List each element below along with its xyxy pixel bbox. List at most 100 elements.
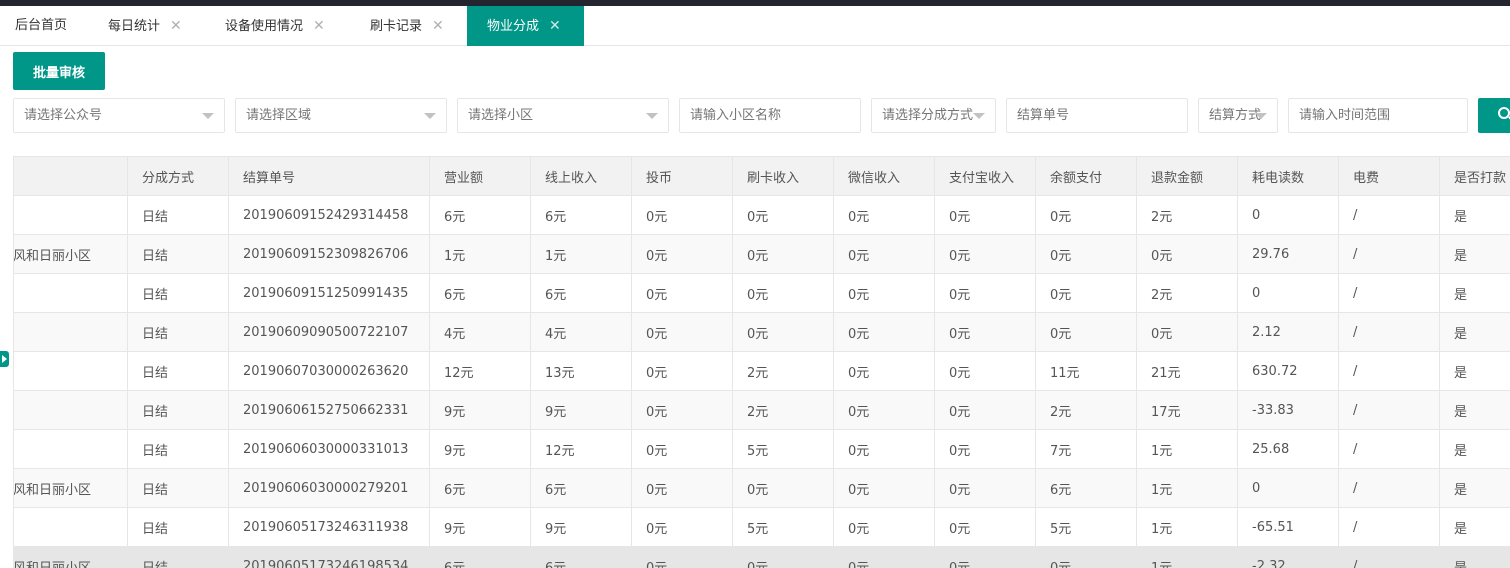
batch-review-button[interactable]: 批量审核 (13, 52, 105, 90)
table-row[interactable]: 春风和日丽小区日结201906060300002792016元6元0元0元0元0… (13, 468, 1510, 508)
table-cell: 0元 (934, 546, 1036, 568)
search-button[interactable] (1478, 98, 1510, 133)
table-cell: 0元 (934, 429, 1036, 469)
table-cell: 0元 (1136, 234, 1238, 274)
table-cell: 0元 (934, 312, 1036, 352)
table-cell (13, 195, 128, 235)
table-cell: 日结 (127, 234, 229, 274)
table-cell: 7元 (1035, 429, 1137, 469)
table-row[interactable]: 日结 20190606030000331013 9元 12元 0元 5元 0元 0元 7元 1元 2… (13, 429, 1510, 469)
table-cell: 是 (1439, 507, 1510, 547)
time-range-input[interactable]: 请输入时间范围 (1288, 98, 1468, 133)
table-cell: 日结 (127, 468, 229, 508)
table-cell: 20190609151250991435 (228, 273, 430, 313)
table-cell: 6元 (530, 546, 632, 568)
table-cell: 9元 (429, 507, 531, 547)
table-cell: 6元 (1035, 468, 1137, 508)
table-cell: 0元 (833, 429, 935, 469)
table-cell: 0元 (833, 468, 935, 508)
table-cell: 0元 (934, 234, 1036, 274)
table-cell: 0元 (1035, 195, 1137, 235)
table-cell: 2元 (732, 390, 834, 430)
table-cell (13, 507, 128, 547)
table-cell: 0元 (631, 429, 733, 469)
column-header: 线上收入 (530, 156, 632, 196)
table-row[interactable]: 日结 20190609152429314458 6元 6元 0元 0元 0元 0元 0元 2元 0/… (13, 195, 1510, 235)
column-header: 退款金额 (1136, 156, 1238, 196)
table-cell: 2.12 (1237, 312, 1339, 352)
table-cell: 0元 (833, 273, 935, 313)
settlement-no-input[interactable]: 结算单号 (1006, 98, 1188, 133)
table-cell: 0元 (631, 507, 733, 547)
table-cell: 4元 (530, 312, 632, 352)
table-cell: 9元 (429, 390, 531, 430)
table-cell: 日结 (127, 507, 229, 547)
sidebar-toggle[interactable] (0, 351, 9, 367)
table-row[interactable]: 日结 20190607030000263620 12元 13元 0元 2元 0元 0元 11元 2… (13, 351, 1510, 391)
official-account-select[interactable]: 请选择公众号 (13, 98, 225, 133)
table-cell: 0元 (1136, 312, 1238, 352)
table-cell: 4元 (429, 312, 531, 352)
region-select[interactable]: 请选择区域 (235, 98, 447, 133)
select-placeholder: 结算方式 (1209, 108, 1262, 123)
select-placeholder: 请选择小区 (468, 108, 534, 123)
table-cell: 0元 (732, 468, 834, 508)
community-select[interactable]: 请选择小区 (457, 98, 669, 133)
column-header: 是否打款 (1439, 156, 1510, 196)
close-icon[interactable]: ✕ (313, 18, 325, 34)
table-cell: 是 (1439, 312, 1510, 352)
table-cell: 2元 (1035, 390, 1137, 430)
table-row[interactable]: 日结 20190609090500722107 4元 4元 0元 0元 0元 0元 0元 0元 2.… (13, 312, 1510, 352)
table-row[interactable]: 日结 20190609151250991435 6元 6元 0元 0元 0元 0元 0元 2元 0/… (13, 273, 1510, 313)
table-cell: 2元 (1136, 273, 1238, 313)
table-cell: 0 (1237, 468, 1339, 508)
table-cell: / (1338, 351, 1440, 391)
table-cell: 20190605173246198534 (228, 546, 430, 568)
table-cell (13, 273, 128, 313)
table-cell: 20190606030000279201 (228, 468, 430, 508)
table-cell: 0 (1237, 195, 1339, 235)
table-cell: 9元 (530, 507, 632, 547)
table-cell: 0元 (732, 273, 834, 313)
tab-card-records[interactable]: 刷卡记录 ✕ (370, 6, 444, 46)
table-cell: 2元 (1136, 195, 1238, 235)
tab-home[interactable]: 后台首页 (15, 6, 67, 46)
table-row[interactable]: 日结 20190606152750662331 9元 9元 0元 2元 0元 0元 2元 17元 -… (13, 390, 1510, 430)
table-cell: / (1338, 507, 1440, 547)
table-cell: 是 (1439, 429, 1510, 469)
table-cell: 日结 (127, 546, 229, 568)
table-cell: 0元 (631, 273, 733, 313)
column-header: 电费 (1338, 156, 1440, 196)
table-cell: 日结 (127, 390, 229, 430)
table-cell: 25.68 (1237, 429, 1339, 469)
table-cell: / (1338, 429, 1440, 469)
table-cell: 1元 (429, 234, 531, 274)
table-cell (13, 312, 128, 352)
table-cell: -33.83 (1237, 390, 1339, 430)
settlement-method-select[interactable]: 结算方式 (1198, 98, 1278, 133)
table-cell: / (1338, 273, 1440, 313)
table-cell: 6元 (429, 546, 531, 568)
community-name-input[interactable]: 请输入小区名称 (679, 98, 861, 133)
select-placeholder: 请选择公众号 (24, 108, 103, 123)
chevron-down-icon (202, 113, 214, 119)
table-row[interactable]: 春风和日丽小区日结201906091523098267061元1元0元0元0元0… (13, 234, 1510, 274)
table-cell: 1元 (1136, 429, 1238, 469)
close-icon[interactable]: ✕ (170, 18, 182, 34)
table-row[interactable]: 春风和日丽小区日结201906051732461985346元6元0元0元0元0… (13, 546, 1510, 568)
table-cell: 0元 (631, 351, 733, 391)
close-icon[interactable]: ✕ (549, 18, 561, 34)
split-method-select[interactable]: 请选择分成方式 (871, 98, 996, 133)
table-cell: 是 (1439, 351, 1510, 391)
property-split-table: 分成方式 结算单号 营业额 线上收入 投币 刷卡收入 微信收入 支付宝收入 余额支付 退款金额 耗电… (13, 156, 1510, 568)
tab-daily-stats[interactable]: 每日统计 ✕ (108, 6, 182, 46)
triangle-right-icon (2, 355, 7, 363)
tab-property-split[interactable]: 物业分成 ✕ (467, 6, 584, 46)
close-icon[interactable]: ✕ (432, 18, 444, 34)
table-cell: 是 (1439, 390, 1510, 430)
tab-device-usage[interactable]: 设备使用情况 ✕ (225, 6, 325, 46)
table-row[interactable]: 日结 20190605173246311938 9元 9元 0元 5元 0元 0元 5元 1元 -6… (13, 507, 1510, 547)
column-header: 投币 (631, 156, 733, 196)
table-cell (13, 429, 128, 469)
table-cell: 6元 (429, 273, 531, 313)
